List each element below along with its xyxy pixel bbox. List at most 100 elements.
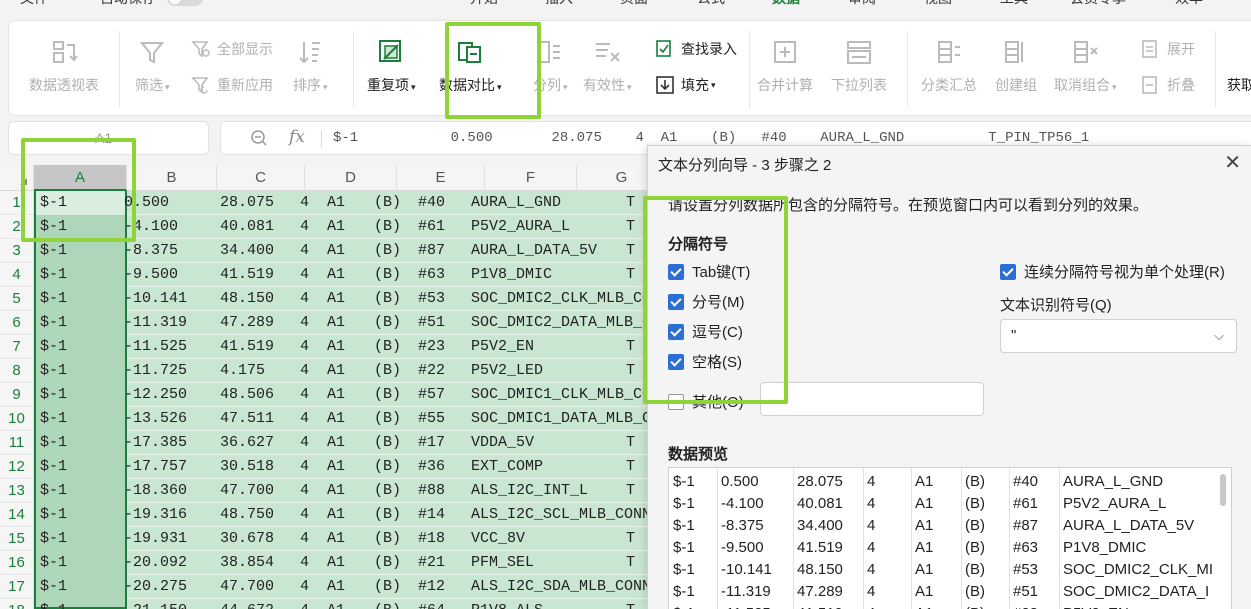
table-cell[interactable]: A1 xyxy=(327,599,357,609)
table-cell[interactable]: (B) xyxy=(374,431,410,455)
table-cell[interactable]: (B) xyxy=(374,263,410,287)
table-cell[interactable]: $-1 xyxy=(40,431,125,455)
table-cell[interactable]: T xyxy=(626,599,646,609)
table-cell[interactable]: (B) xyxy=(374,551,410,575)
row-header[interactable]: 3 xyxy=(0,239,34,263)
table-cell[interactable]: $-1 xyxy=(40,479,125,503)
sort-button[interactable]: 排序 ▾ xyxy=(293,21,328,95)
table-cell[interactable]: 4 xyxy=(300,311,320,335)
table-cell[interactable]: #55 xyxy=(418,407,462,431)
table-cell[interactable]: -11.525 xyxy=(124,335,216,359)
table-cell[interactable]: 4 xyxy=(300,575,320,599)
table-cell[interactable]: (B) xyxy=(374,599,410,609)
table-cell[interactable]: T xyxy=(626,431,646,455)
table-cell[interactable]: #21 xyxy=(418,551,462,575)
table-cell[interactable]: (B) xyxy=(374,383,410,407)
table-cell[interactable]: 48.150 xyxy=(220,287,302,311)
table-cell[interactable]: #18 xyxy=(418,527,462,551)
table-cell[interactable]: $-1 xyxy=(40,575,125,599)
table-cell[interactable]: (B) xyxy=(374,479,410,503)
table-cell[interactable]: A1 xyxy=(327,335,357,359)
table-cell[interactable]: -4.100 xyxy=(124,215,216,239)
table-cell[interactable]: (B) xyxy=(374,503,410,527)
table-cell[interactable]: 36.627 xyxy=(220,431,302,455)
table-cell[interactable]: A1 xyxy=(327,383,357,407)
table-cell[interactable]: (B) xyxy=(374,335,410,359)
table-cell[interactable]: (B) xyxy=(374,239,410,263)
tab-review[interactable]: 审阅 xyxy=(848,0,876,8)
column-header-b[interactable]: B xyxy=(127,165,217,191)
table-cell[interactable]: #23 xyxy=(418,335,462,359)
table-cell[interactable]: #51 xyxy=(418,311,462,335)
table-cell[interactable]: 47.700 xyxy=(220,479,302,503)
table-cell[interactable]: #12 xyxy=(418,575,462,599)
table-cell[interactable]: 30.518 xyxy=(220,455,302,479)
table-cell[interactable]: 44.672 xyxy=(220,599,302,609)
row-header[interactable]: 8 xyxy=(0,359,34,383)
table-cell[interactable]: SOC_DMIC1_CLK_MLB_CO xyxy=(471,383,647,407)
table-cell[interactable]: 4 xyxy=(300,407,320,431)
row-header[interactable]: 4 xyxy=(0,263,34,287)
table-cell[interactable]: SOC_DMIC1_DATA_MLB_C xyxy=(471,407,647,431)
row-header[interactable]: 14 xyxy=(0,503,34,527)
table-cell[interactable]: A1 xyxy=(327,263,357,287)
table-cell[interactable]: $-1 xyxy=(40,383,125,407)
table-cell[interactable]: 48.506 xyxy=(220,383,302,407)
table-cell[interactable]: -21.150 xyxy=(124,599,216,609)
tab-member[interactable]: 会员专享 xyxy=(1070,0,1126,8)
row-header[interactable]: 17 xyxy=(0,575,34,599)
table-cell[interactable]: -17.385 xyxy=(124,431,216,455)
table-cell[interactable]: 4 xyxy=(300,287,320,311)
table-cell[interactable]: 40.081 xyxy=(220,215,302,239)
table-cell[interactable]: ALS_I2C_SCL_MLB_CONN xyxy=(471,503,647,527)
tab-formula[interactable]: 公式 xyxy=(697,0,725,8)
table-cell[interactable]: 41.519 xyxy=(220,263,302,287)
table-cell[interactable]: A1 xyxy=(327,431,357,455)
tab-efficiency[interactable]: 效率 xyxy=(1175,0,1203,8)
tab-tools[interactable]: 工具 xyxy=(1000,0,1028,8)
table-cell[interactable]: 4 xyxy=(300,479,320,503)
column-header-d[interactable]: D xyxy=(305,165,397,191)
collapse-button[interactable]: 折叠 xyxy=(1141,75,1195,95)
table-cell[interactable]: P5V2_EN xyxy=(471,335,647,359)
table-cell[interactable]: -13.526 xyxy=(124,407,216,431)
table-cell[interactable]: P5V2_AURA_L xyxy=(471,215,647,239)
fx-icon[interactable]: fx xyxy=(289,127,305,147)
table-cell[interactable]: #64 xyxy=(418,599,462,609)
table-cell[interactable]: 4 xyxy=(300,455,320,479)
get-data-button[interactable]: 获取 xyxy=(1227,75,1251,95)
table-cell[interactable]: 28.075 xyxy=(220,191,302,215)
table-cell[interactable]: (B) xyxy=(374,455,410,479)
table-cell[interactable]: A1 xyxy=(327,311,357,335)
close-icon[interactable]: ✕ xyxy=(1224,150,1241,175)
table-cell[interactable]: -19.931 xyxy=(124,527,216,551)
table-cell[interactable]: A1 xyxy=(327,455,357,479)
row-header[interactable]: 10 xyxy=(0,407,34,431)
table-cell[interactable]: 4 xyxy=(300,359,320,383)
table-cell[interactable]: -12.250 xyxy=(124,383,216,407)
table-cell[interactable]: (B) xyxy=(374,359,410,383)
table-cell[interactable]: P1V8_DMIC xyxy=(471,263,647,287)
table-cell[interactable]: -11.319 xyxy=(124,311,216,335)
table-cell[interactable]: 4.175 xyxy=(220,359,302,383)
table-cell[interactable]: #14 xyxy=(418,503,462,527)
row-header[interactable]: 12 xyxy=(0,455,34,479)
table-cell[interactable]: #40 xyxy=(418,191,462,215)
tab-insert[interactable]: 插入 xyxy=(545,0,573,8)
row-header[interactable]: 13 xyxy=(0,479,34,503)
table-cell[interactable]: -8.375 xyxy=(124,239,216,263)
table-cell[interactable]: ALS_I2C_SDA_MLB_CONN xyxy=(471,575,647,599)
table-cell[interactable]: -9.500 xyxy=(124,263,216,287)
table-cell[interactable]: #57 xyxy=(418,383,462,407)
row-header[interactable]: 7 xyxy=(0,335,34,359)
table-cell[interactable]: 4 xyxy=(300,263,320,287)
table-cell[interactable]: -17.757 xyxy=(124,455,216,479)
autosave-toggle[interactable] xyxy=(167,0,203,6)
table-cell[interactable]: P5V2_LED xyxy=(471,359,647,383)
table-cell[interactable]: A1 xyxy=(327,551,357,575)
column-header-e[interactable]: E xyxy=(397,165,485,191)
table-cell[interactable]: EXT_COMP xyxy=(471,455,647,479)
table-cell[interactable]: 48.750 xyxy=(220,503,302,527)
table-cell[interactable]: 4 xyxy=(300,527,320,551)
table-cell[interactable]: A1 xyxy=(327,191,357,215)
